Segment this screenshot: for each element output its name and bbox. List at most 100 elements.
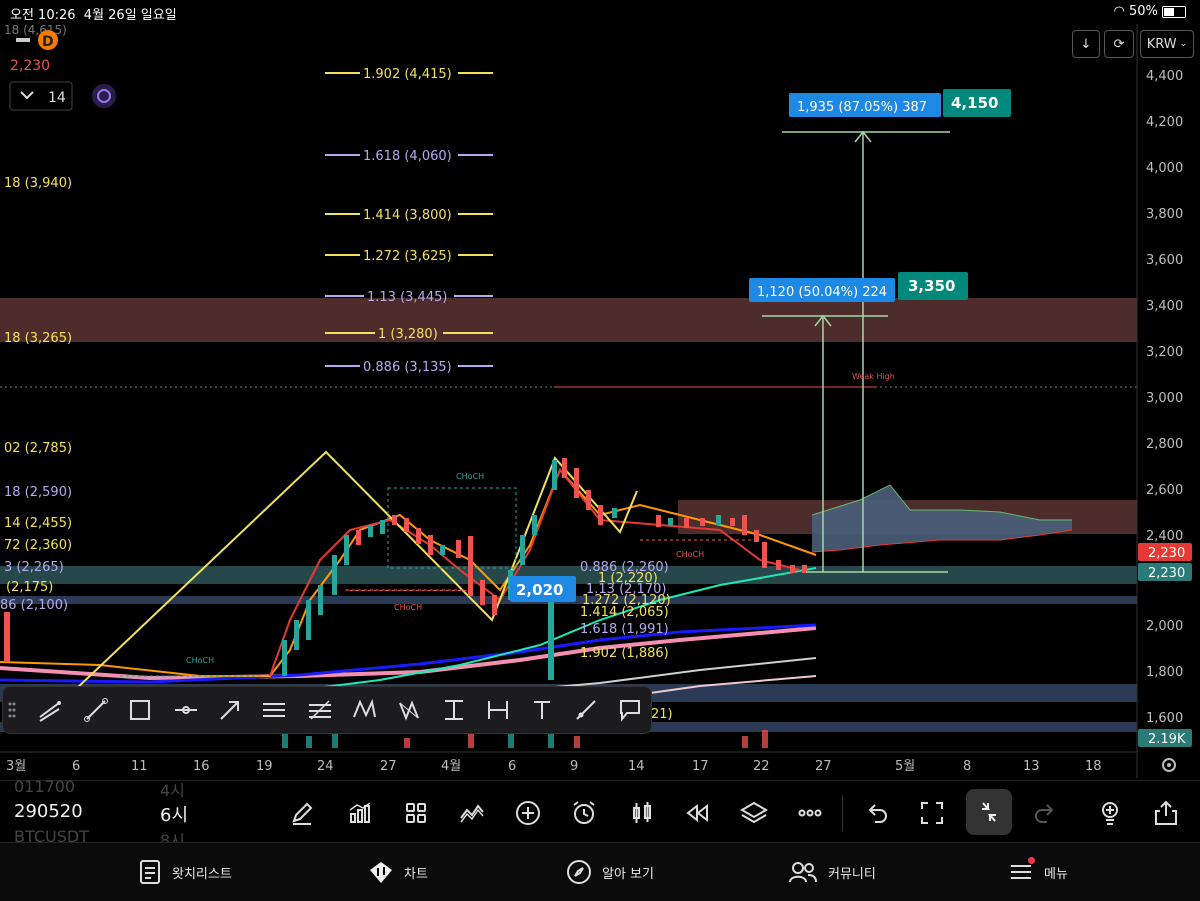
toolbar-drag-handle[interactable]: [5, 695, 19, 725]
add-button[interactable]: [512, 797, 544, 829]
fib-left-2360: 72 (2,360): [4, 538, 72, 553]
price-tick: 3,400: [1146, 299, 1183, 314]
fib-lower-1618: 1.618 (1,991): [580, 622, 669, 637]
compass-icon: [567, 860, 591, 884]
current-price-teal: 2,230: [1148, 566, 1185, 581]
trend-lines-tool[interactable]: [35, 695, 65, 725]
undo-button[interactable]: [860, 797, 892, 829]
replay-button[interactable]: [682, 797, 714, 829]
download-button[interactable]: ↓: [1072, 30, 1100, 58]
currency-selector[interactable]: KRW ⌄: [1140, 30, 1194, 58]
date-range-tool[interactable]: [483, 695, 513, 725]
fib-upper-1414: 1.414 (3,800): [363, 208, 452, 223]
tab-watchlist[interactable]: 왓치리스트: [138, 857, 232, 887]
time-tick: 8: [963, 759, 971, 774]
price-tick: 2,000: [1146, 619, 1183, 634]
notification-dot: [1028, 857, 1035, 864]
fib-tool[interactable]: [305, 695, 335, 725]
fib-upper-0886: 0.886 (3,135): [363, 360, 452, 375]
tab-label: 커뮤니티: [828, 866, 876, 882]
line-tool[interactable]: [81, 695, 111, 725]
choch-label-1: CHoCH: [456, 472, 484, 481]
horizontal-ray-tool[interactable]: [171, 695, 201, 725]
price-tick: 3,000: [1146, 391, 1183, 406]
callout-tool[interactable]: [615, 695, 645, 725]
price-chart[interactable]: 1,935 (87.05%) 387 4,150 1,120 (50.04%) …: [0, 0, 1200, 780]
low-label: 2,020: [516, 581, 563, 599]
rectangle-tool[interactable]: [125, 695, 155, 725]
text-tool[interactable]: [527, 695, 557, 725]
choch-line-red: [345, 589, 467, 591]
candlestick-icon: [633, 802, 651, 823]
time-tick: 27: [380, 759, 397, 774]
date-range-icon: [488, 701, 508, 719]
arrow-tool[interactable]: [215, 695, 245, 725]
tab-community[interactable]: 커뮤니티: [788, 857, 876, 887]
tab-label: 메뉴: [1044, 866, 1068, 882]
object-tree-button[interactable]: [738, 797, 770, 829]
abcd-pattern-tool[interactable]: [395, 695, 425, 725]
collapse-icon: [982, 802, 996, 822]
ideas-button[interactable]: [1094, 797, 1126, 829]
horizontal-line-icon: [175, 706, 197, 714]
expand-icon: [921, 802, 943, 824]
ghost-symbol-1: 011700: [14, 777, 76, 796]
rewind-icon: [686, 803, 708, 823]
time-tick: 6: [508, 759, 516, 774]
tab-menu[interactable]: 메뉴: [1008, 857, 1068, 887]
fib-upper-1618: 1.618 (4,060): [363, 149, 452, 164]
collapse-button[interactable]: [966, 789, 1012, 835]
price-range-tool[interactable]: [439, 695, 469, 725]
ghost-interval-1: 4시: [160, 781, 185, 800]
time-tick: 17: [692, 759, 709, 774]
callout-icon: [620, 700, 640, 722]
lightbulb-icon: [1102, 802, 1118, 825]
time-axis[interactable]: 3월 6 11 16 19 24 27 4월 6 9 14 17 22 27 5…: [6, 759, 1102, 774]
tab-label: 왓치리스트: [172, 866, 232, 882]
tab-explore[interactable]: 알아 보기: [566, 857, 654, 887]
fib-left-2590: 18 (2,590): [4, 485, 72, 500]
ellipsis-icon: [798, 809, 822, 817]
layout-button[interactable]: [400, 797, 432, 829]
redo-button[interactable]: [1030, 797, 1062, 829]
refresh-button[interactable]: [92, 84, 116, 108]
time-tick: 18: [1085, 759, 1102, 774]
sync-button[interactable]: ⟳: [1104, 30, 1134, 58]
indicators-icon: [349, 802, 371, 823]
arrow-down-icon: ↓: [1080, 36, 1092, 52]
price-axis[interactable]: 4,400 4,200 4,000 3,800 3,600 3,400 3,20…: [1146, 69, 1183, 726]
target-2-label: 3,350: [908, 277, 955, 295]
currency-label: KRW: [1146, 36, 1177, 52]
tab-chart[interactable]: 차트: [368, 857, 428, 887]
time-tick: 5월: [895, 759, 915, 774]
fib-lower-clipped: 21): [651, 707, 673, 722]
time-tick: 24: [317, 759, 334, 774]
more-button[interactable]: [794, 797, 826, 829]
choch-label-2: CHoCH: [394, 603, 422, 612]
tab-bar: 왓치리스트 차트 알아 보기 커뮤니티 메뉴: [0, 842, 1200, 901]
fib-left-2265: 3 (2,265): [4, 560, 64, 575]
fullscreen-button[interactable]: [916, 797, 948, 829]
price-tick: 1,800: [1146, 665, 1183, 680]
line-icon: [84, 698, 108, 722]
choch-label-3: CHoCH: [676, 550, 704, 559]
share-button[interactable]: [1150, 797, 1182, 829]
document-list-icon: [140, 860, 160, 884]
interval-selector[interactable]: 6시: [160, 801, 188, 827]
ray-tool[interactable]: [571, 695, 601, 725]
compare-button[interactable]: [456, 797, 488, 829]
bottom-toolbar: 011700 4시 290520 6시 BTCUSDT 8시: [0, 777, 1200, 850]
pattern-tool[interactable]: [349, 695, 379, 725]
chart-type-button[interactable]: [626, 797, 658, 829]
target-1-label: 4,150: [951, 94, 998, 112]
symbol-selector[interactable]: 290520: [14, 801, 83, 822]
price-tick: 4,000: [1146, 161, 1183, 176]
alert-button[interactable]: [568, 797, 600, 829]
collapse-icon[interactable]: [16, 38, 30, 42]
draw-button[interactable]: [286, 797, 318, 829]
toolbar-divider: [842, 795, 843, 831]
parallel-channel-tool[interactable]: [259, 695, 289, 725]
fib-upper-1272: 1.272 (3,625): [363, 249, 452, 264]
indicators-button[interactable]: [344, 797, 376, 829]
settings-button[interactable]: [1159, 755, 1179, 775]
